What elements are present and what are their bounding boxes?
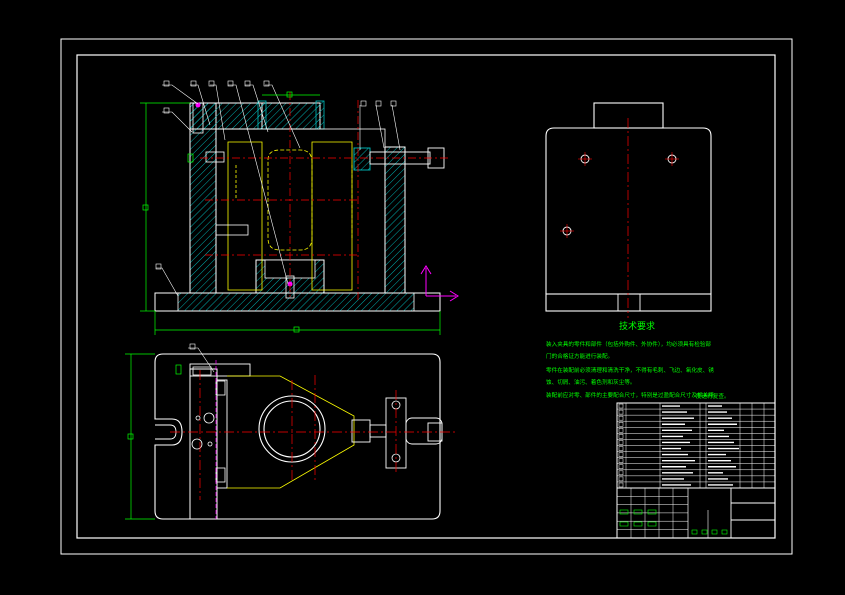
tech-line-3: 零件在装配前必须清理和清洗干净，不得有毛刺、飞边、氧化皮、锈 <box>546 366 714 374</box>
parts-list-index-mark <box>618 409 624 415</box>
tech-requirements: 技术要求 装入夹具的零件和部件（包括外购件、外协件），均必须具有检验部 门的合格… <box>546 320 730 400</box>
plan-view <box>125 343 455 520</box>
cad-drawing-canvas: 技术要求 装入夹具的零件和部件（包括外购件、外协件），均必须具有检验部 门的合格… <box>0 0 845 595</box>
clamp-pad <box>353 147 371 171</box>
plan-clamp-screw <box>369 424 387 438</box>
plan-screw-head <box>405 417 443 445</box>
parts-list-index-mark <box>618 403 624 409</box>
parts-list-index-mark <box>618 446 624 451</box>
tech-line-5: 装配前应对零、部件的主要配合尺寸，特别是过盈配合尺寸及相关精 <box>546 391 714 399</box>
parts-list-index-mark <box>618 434 624 439</box>
title-block-entry-mark <box>647 521 657 527</box>
parts-list-index-mark <box>618 470 624 476</box>
front-section-view <box>140 80 459 335</box>
side-holes <box>560 152 679 238</box>
title-block-entry-mark <box>633 509 643 515</box>
tech-line-1: 装入夹具的零件和部件（包括外购件、外协件），均必须具有检验部 <box>546 340 711 348</box>
title-block-entry-mark <box>619 509 629 515</box>
parts-list-index-mark <box>618 428 624 433</box>
parts-list-index-mark <box>618 482 624 488</box>
title-block-entry-mark <box>633 521 643 527</box>
top-bushing-right-wall <box>315 100 325 130</box>
right-column <box>384 146 406 294</box>
side-view <box>545 102 712 318</box>
title-block-entry-mark <box>619 521 629 527</box>
left-bolt <box>215 224 249 236</box>
side-base-slot <box>617 293 641 312</box>
plan-dimensions <box>125 353 182 520</box>
title-block-entry-mark <box>721 529 728 535</box>
title-block-entry-mark <box>691 529 698 535</box>
tech-requirements-title: 技术要求 <box>619 320 655 332</box>
parts-list-index-mark <box>618 415 624 421</box>
parts-list-index-mark <box>618 476 624 482</box>
title-block-entry-mark <box>711 529 718 535</box>
title-block <box>616 487 776 539</box>
parts-list-index-mark <box>618 464 624 469</box>
plan-centerlines <box>170 370 455 500</box>
side-body <box>545 127 712 294</box>
side-top-block <box>593 102 664 129</box>
plan-clamp-block <box>351 419 371 443</box>
plan-left-block <box>216 379 228 489</box>
parts-list-index-mark <box>618 440 624 445</box>
ucs-icon <box>420 265 459 302</box>
parts-list-table <box>616 402 776 489</box>
tech-line-6: 度进行复查。 <box>696 392 730 400</box>
base-plate-hatch <box>177 292 415 312</box>
pin-marker <box>195 102 201 108</box>
side-base <box>545 293 712 312</box>
plan-leader <box>188 343 215 373</box>
title-block-entry-mark <box>701 529 708 535</box>
plan-base-outline <box>154 353 441 520</box>
title-block-entry-mark <box>647 509 657 515</box>
tech-line-4: 蚀、切屑、油污、着色剂和灰尘等。 <box>546 378 636 386</box>
parts-list-index-mark <box>618 422 624 427</box>
tech-line-2: 门的合格证方能进行装配。 <box>546 352 613 360</box>
top-beam <box>189 102 321 130</box>
plan-top-bar <box>189 363 251 377</box>
plan-left-column <box>189 368 218 520</box>
parts-list-index-mark <box>618 458 624 463</box>
parts-list-index-mark <box>618 452 624 457</box>
